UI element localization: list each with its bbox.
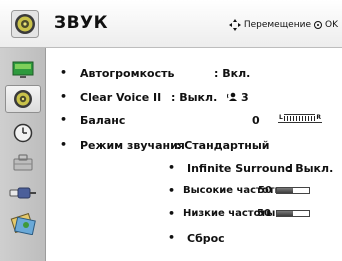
menu-header: ЗВУК Перемещение OK <box>0 0 342 48</box>
bullet: • <box>168 231 176 244</box>
sound-settings-list: • Автогромкость : Вкл. • Clear Voice II … <box>46 48 342 261</box>
clear-voice-level[interactable]: 3 <box>241 91 249 104</box>
sound-icon <box>11 10 39 38</box>
treble-value[interactable]: 50 <box>258 185 272 196</box>
clear-voice-speaker-icon <box>227 92 237 101</box>
bass-level-bar[interactable] <box>276 210 310 217</box>
ok-hint-label: OK <box>325 20 338 30</box>
navigation-hint-label: Перемещение <box>243 20 311 30</box>
balance-left-marker: L <box>278 113 284 122</box>
balance-slider[interactable]: L R <box>278 113 322 123</box>
balance-right-marker: R <box>315 113 322 122</box>
bass-level-fill <box>277 211 293 216</box>
auto-volume-value[interactable]: : Вкл. <box>214 67 250 80</box>
category-sidebar <box>0 48 46 261</box>
clear-voice-label[interactable]: Clear Voice II <box>80 91 161 104</box>
bullet: • <box>168 184 176 197</box>
options-icon <box>10 213 36 235</box>
sidebar-item-input[interactable] <box>5 179 41 207</box>
picture-icon <box>12 61 34 78</box>
balance-value[interactable]: 0 <box>252 114 260 127</box>
balance-scale <box>281 116 319 121</box>
bullet: • <box>60 138 68 151</box>
bullet: • <box>60 90 68 103</box>
navigation-arrows-icon <box>228 19 241 31</box>
bullet: • <box>168 207 176 220</box>
navigation-hint: Перемещение OK <box>228 19 338 31</box>
bass-value[interactable]: 50 <box>257 208 271 219</box>
sidebar-item-picture[interactable] <box>5 56 41 84</box>
bullet: • <box>60 66 68 79</box>
treble-level-bar[interactable] <box>276 187 310 194</box>
clear-voice-value[interactable]: : Выкл. <box>171 91 217 104</box>
sound-mode-label[interactable]: Режим звучания <box>80 139 185 152</box>
infinite-surround-value[interactable]: : Выкл. <box>287 162 333 175</box>
bullet: • <box>168 161 176 174</box>
lock-icon <box>13 154 33 171</box>
sound-menu-window: ЗВУК Перемещение OK • Автогромкость: Вк… <box>0 0 342 261</box>
infinite-surround-label[interactable]: Infinite Surround <box>187 162 293 175</box>
page-title: ЗВУК <box>54 13 109 33</box>
sound-mode-value[interactable]: : Стандартный <box>176 139 270 152</box>
reset-button[interactable]: Сброс <box>187 232 225 245</box>
auto-volume-label[interactable]: Автогромкость <box>80 67 174 80</box>
treble-level-fill <box>277 188 293 193</box>
bullet: • <box>60 113 68 126</box>
balance-label[interactable]: Баланс <box>80 114 125 127</box>
sidebar-item-lock[interactable] <box>5 148 41 176</box>
clock-icon <box>13 123 33 143</box>
sidebar-item-sound[interactable] <box>5 85 41 113</box>
sound-icon <box>14 90 32 108</box>
sidebar-item-time[interactable] <box>5 119 41 147</box>
ok-button-icon <box>314 21 322 29</box>
input-icon <box>9 187 36 199</box>
sidebar-item-options[interactable] <box>5 210 41 238</box>
